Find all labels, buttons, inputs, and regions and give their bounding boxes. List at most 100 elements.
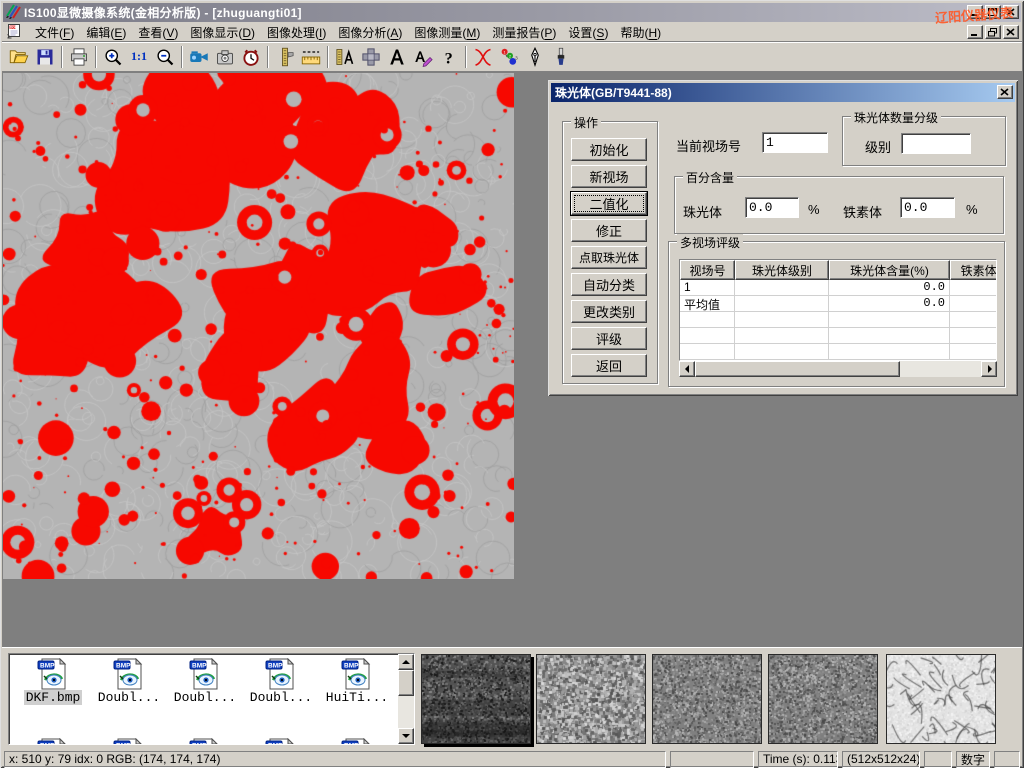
table-row-2[interactable] [680, 312, 996, 328]
table-header-3[interactable]: 铁素体含量(%) [950, 260, 997, 280]
op-button-1[interactable]: 新视场 [571, 165, 647, 188]
file-item-2[interactable]: BMPDoubl... [169, 658, 241, 705]
level-input[interactable] [901, 133, 971, 154]
toolbar-print-button[interactable] [66, 45, 92, 69]
table-row-1[interactable]: 平均值0.0 [680, 296, 996, 312]
menu-item-3[interactable]: 图像显示(D) [184, 23, 261, 42]
toolbar-text-annotation-button[interactable] [384, 45, 410, 69]
dialog-close-icon [1000, 88, 1010, 97]
scrollbar-track[interactable] [900, 361, 981, 377]
file-list-scrollbar[interactable] [398, 654, 414, 744]
file-item-row2-0[interactable]: BMP [17, 738, 89, 745]
ferrite-value-input[interactable] [900, 197, 955, 218]
menu-item-0[interactable]: 文件(F) [29, 23, 80, 42]
menu-item-8[interactable]: 设置(S) [562, 23, 614, 42]
file-item-3[interactable]: BMP Doubl... [245, 658, 317, 705]
op-button-5[interactable]: 自动分类 [571, 273, 647, 296]
op-button-7[interactable]: 评级 [571, 327, 647, 350]
toolbar-save-file-button[interactable] [32, 45, 58, 69]
specimen-thumbnail-1[interactable] [421, 654, 531, 744]
toolbar-separator [181, 46, 183, 68]
file-scrollbar-thumb[interactable] [398, 670, 414, 696]
dialog-title-bar[interactable]: 珠光体(GB/T9441-88) [551, 83, 1015, 102]
op-button-6[interactable]: 更改类别 [571, 300, 647, 323]
toolbar-scale-measure-button[interactable] [332, 45, 358, 69]
toolbar-caliper-measure-button[interactable] [272, 45, 298, 69]
table-row-3[interactable] [680, 328, 996, 344]
menu-item-4[interactable]: 图像处理(I) [261, 23, 332, 42]
menu-item-1[interactable]: 编辑(E) [80, 23, 132, 42]
toolbar-class-markers-button[interactable]: 123 [496, 45, 522, 69]
child-restore-button[interactable] [985, 25, 1001, 39]
table-horizontal-scrollbar[interactable] [679, 361, 997, 377]
dialog-close-button[interactable] [997, 85, 1013, 99]
file-item-1[interactable]: BMPDoubl... [93, 658, 165, 705]
multi-field-table[interactable]: 视场号珠光体级别珠光体含量(%)铁素体含量(%)10.0平均值0.0 [679, 259, 997, 361]
svg-text:DOC: DOC [10, 25, 18, 29]
scroll-down-button[interactable] [398, 728, 414, 744]
menu-item-9[interactable]: 帮助(H) [614, 23, 667, 42]
child-close-button[interactable] [1003, 25, 1019, 39]
menu-item-5[interactable]: 图像分析(A) [332, 23, 408, 42]
file-item-0[interactable]: BMPDKF.bmp [17, 658, 89, 705]
table-row-0[interactable]: 10.0 [680, 280, 996, 296]
specimen-thumbnail-2[interactable] [536, 654, 646, 744]
toolbar-help-button[interactable]: ? [436, 45, 462, 69]
table-header-0[interactable]: 视场号 [680, 260, 735, 280]
file-item-row2-4[interactable]: BMP [321, 738, 393, 745]
class-markers-icon: 123 [499, 47, 519, 67]
file-label: Doubl... [248, 690, 314, 705]
current-field-input[interactable] [762, 132, 828, 153]
table-header-1[interactable]: 珠光体级别 [735, 260, 829, 280]
file-item-4[interactable]: BMPHuiTi... [321, 658, 393, 705]
op-button-4[interactable]: 点取珠光体 [571, 246, 647, 269]
op-button-2[interactable]: 二值化 [571, 192, 647, 215]
toolbar-zoom-in-button[interactable] [100, 45, 126, 69]
toolbar-actual-size-button[interactable]: 1:1 [126, 45, 152, 69]
toolbar-video-camera-button[interactable] [186, 45, 212, 69]
file-item-row2-1[interactable]: BMP [93, 738, 165, 745]
svg-text:BMP: BMP [268, 663, 283, 670]
menu-item-7[interactable]: 测量报告(P) [486, 23, 562, 42]
empty-panel-2 [924, 751, 952, 768]
svg-text:BMP: BMP [344, 663, 359, 670]
table-header-2[interactable]: 珠光体含量(%) [829, 260, 950, 280]
brush-tool-icon [551, 47, 571, 67]
toolbar-timer-button[interactable] [238, 45, 264, 69]
help-icon: ? [439, 47, 459, 67]
operations-group-label: 操作 [571, 114, 601, 131]
menu-item-2[interactable]: 查看(V) [132, 23, 184, 42]
toolbar-open-file-button[interactable] [6, 45, 32, 69]
level-label: 级别 [865, 137, 891, 156]
file-item-row2-2[interactable]: BMP [169, 738, 241, 745]
empty-panel-3 [994, 751, 1020, 768]
toolbar-edit-annotation-button[interactable] [410, 45, 436, 69]
child-minimize-button[interactable] [967, 25, 983, 39]
file-scrollbar-track[interactable] [398, 696, 414, 728]
menu-item-6[interactable]: 图像测量(M) [408, 23, 486, 42]
toolbar-curve-tool-button[interactable] [470, 45, 496, 69]
toolbar-grid-measure-button[interactable] [358, 45, 384, 69]
specimen-thumbnail-4[interactable] [768, 654, 878, 744]
specimen-thumbnail-3[interactable] [652, 654, 762, 744]
op-button-8[interactable]: 返回 [571, 354, 647, 377]
scroll-right-button[interactable] [981, 361, 997, 377]
specimen-thumbnail-5[interactable] [886, 654, 996, 744]
toolbar-zoom-out-button[interactable] [152, 45, 178, 69]
table-row-4[interactable] [680, 344, 996, 360]
scroll-up-button[interactable] [398, 654, 414, 670]
toolbar-capture-image-button[interactable] [212, 45, 238, 69]
file-browser[interactable]: BMPDKF.bmpBMPDoubl...BMPDoubl...BMPDoubl… [8, 653, 415, 745]
op-button-0[interactable]: 初始化 [571, 138, 647, 161]
toolbar-pick-tool-button[interactable] [522, 45, 548, 69]
micrograph-image[interactable] [3, 73, 514, 579]
scroll-left-button[interactable] [679, 361, 695, 377]
scrollbar-thumb[interactable] [695, 361, 900, 377]
pearlite-value-input[interactable] [745, 197, 799, 218]
document-icon[interactable]: DOC [6, 23, 23, 42]
toolbar-brush-tool-button[interactable] [548, 45, 574, 69]
toolbar-ruler-measure-button[interactable] [298, 45, 324, 69]
op-button-3[interactable]: 修正 [571, 219, 647, 242]
pearlite-percent-sign: % [808, 202, 820, 217]
file-item-row2-3[interactable]: BMP [245, 738, 317, 745]
